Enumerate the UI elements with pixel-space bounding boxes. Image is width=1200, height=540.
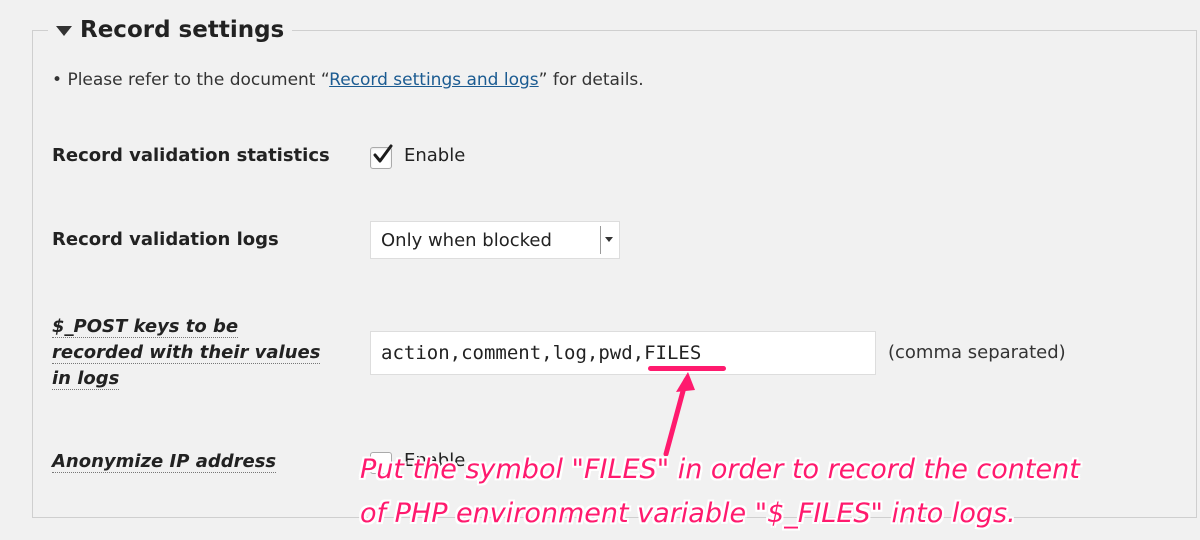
annotation-line1: Put the symbol "FILES" in order to recor… xyxy=(360,454,1080,485)
comma-separated-hint: (comma separated) xyxy=(888,342,1066,363)
note-prefix: Please refer to the document “ xyxy=(67,70,330,90)
validation-statistics-label: Record validation statistics xyxy=(52,145,330,166)
post-keys-input[interactable] xyxy=(370,331,876,375)
post-keys-label: $_POST keys to be recorded with their va… xyxy=(52,314,321,392)
annotation-line2: of PHP environment variable "$_FILES" in… xyxy=(360,498,1016,529)
validation-logs-select[interactable]: Only when blocked xyxy=(370,221,620,259)
validation-statistics-enable-label[interactable]: Enable xyxy=(404,145,465,166)
post-keys-label-line3: in logs xyxy=(52,368,120,390)
chevron-down-icon xyxy=(605,237,613,242)
post-keys-label-line1: $_POST keys to be xyxy=(52,316,239,338)
document-link[interactable]: Record settings and logs xyxy=(329,70,539,90)
checkmark-icon xyxy=(373,144,393,163)
bullet: • xyxy=(52,70,68,90)
triangle-down-icon[interactable] xyxy=(56,26,72,36)
help-note: • Please refer to the document “Record s… xyxy=(52,70,644,90)
validation-logs-label: Record validation logs xyxy=(52,229,279,250)
section-toggle[interactable]: Record settings xyxy=(48,12,293,48)
select-divider xyxy=(600,226,601,254)
annotation-callout: Put the symbol "FILES" in order to recor… xyxy=(360,448,1200,536)
section-title: Record settings xyxy=(80,17,285,43)
anonymize-ip-label: Anonymize IP address xyxy=(52,449,277,475)
record-settings-fieldset xyxy=(32,30,1197,518)
anonymize-ip-label-text: Anonymize IP address xyxy=(52,451,277,473)
select-value: Only when blocked xyxy=(381,230,552,251)
callout-arrow-icon xyxy=(663,372,695,456)
note-suffix: ” for details. xyxy=(538,70,644,90)
validation-statistics-checkbox[interactable] xyxy=(370,144,393,169)
post-keys-label-line2: recorded with their values xyxy=(52,342,321,364)
